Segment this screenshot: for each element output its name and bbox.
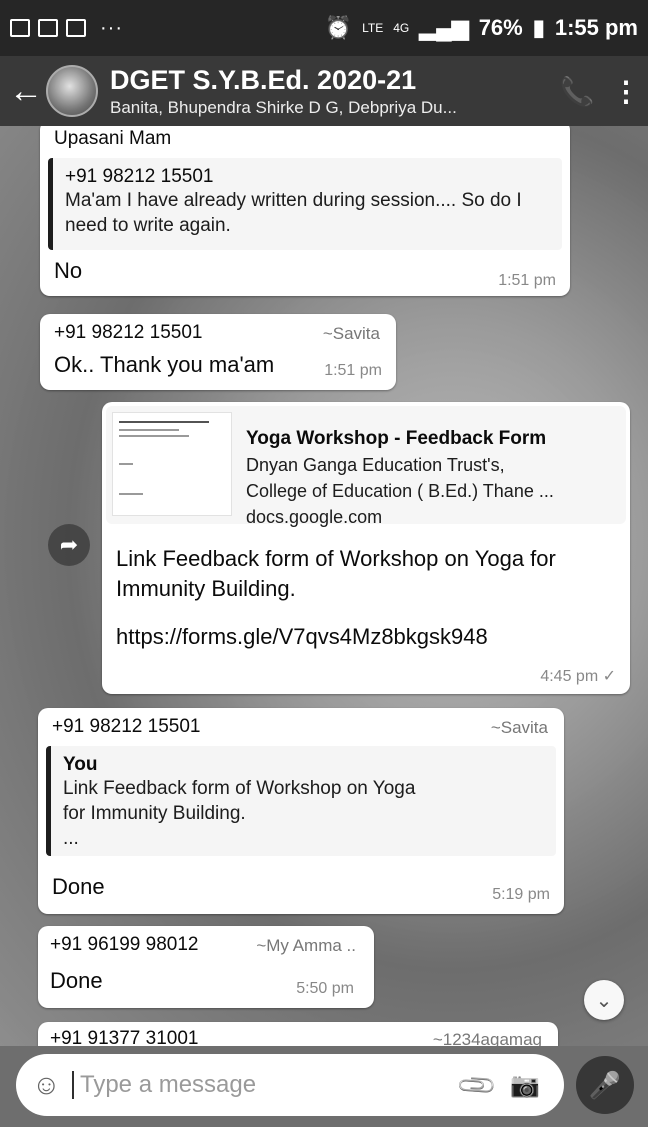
quote-text: Link Feedback form of Workshop on Yoga f…	[63, 778, 416, 824]
message-bubble[interactable]: +91 91377 31001 ~1234agamag	[38, 1022, 558, 1046]
message-bubble[interactable]: +91 98212 15501 ~Savita You Link Feedbac…	[38, 708, 564, 914]
scroll-to-bottom-icon[interactable]: ⌄	[584, 980, 624, 1020]
message-time: 4:45 pm ✓	[540, 668, 616, 685]
quote-text: Ma'am I have already written during sess…	[65, 190, 522, 236]
message-text: No	[54, 258, 83, 283]
message-bubble[interactable]: Upasani Mam +91 98212 15501 Ma'am I have…	[40, 126, 570, 296]
sender-phone: +91 98212 15501	[54, 322, 203, 343]
battery-icon: ▮	[532, 15, 545, 40]
sender-phone: +91 96199 98012	[50, 934, 199, 955]
message-text: Link Feedback form of Workshop on Yoga f…	[116, 546, 556, 601]
camera-icon[interactable]: 📷	[502, 1071, 548, 1100]
message-text: Done	[52, 874, 105, 899]
message-time: 1:51 pm	[324, 362, 382, 379]
quote-author: You	[63, 754, 98, 775]
back-arrow-icon[interactable]: ←	[6, 72, 46, 111]
message-text: Done	[50, 968, 103, 993]
sender-name: Upasani Mam	[54, 128, 172, 149]
link-description-line2: College of Education ( B.Ed.) Thane ...	[246, 481, 554, 501]
link-preview-text: Yoga Workshop - Feedback Form Dnyan Gang…	[232, 412, 554, 527]
sender-phone: +91 91377 31001	[50, 1028, 199, 1046]
quoted-message[interactable]: +91 98212 15501 Ma'am I have already wri…	[48, 158, 562, 250]
link-domain: docs.google.com	[246, 507, 383, 527]
compose-field[interactable]: ☺ 📎 📷	[16, 1054, 564, 1116]
lte-indicator: LTE	[362, 21, 384, 35]
more-options-icon[interactable]: ⋮	[604, 75, 648, 108]
message-time: 5:19 pm	[492, 886, 550, 903]
link-preview[interactable]: Yoga Workshop - Feedback Form Dnyan Gang…	[106, 406, 626, 527]
message-bubble[interactable]: +91 98212 15501 ~Savita Ok.. Thank you m…	[40, 314, 396, 390]
system-status: ⏰ LTE 4G ▂▄▆ 76% ▮ 1:55 pm	[325, 15, 638, 41]
chat-area[interactable]: Upasani Mam +91 98212 15501 Ma'am I have…	[0, 126, 648, 1046]
sender-name: ~Savita	[490, 718, 548, 737]
link-title: Yoga Workshop - Feedback Form	[246, 428, 547, 449]
group-title: DGET S.Y.B.Ed. 2020-21	[110, 64, 417, 95]
attachment-icon[interactable]: 📎	[448, 1056, 505, 1113]
link-description-line1: Dnyan Ganga Education Trust's,	[246, 455, 505, 475]
battery-level: 76%	[478, 15, 523, 40]
gmail-notification-icon	[38, 19, 58, 37]
message-bubble[interactable]: +91 96199 98012 ~My Amma .. Done 5:50 pm	[38, 926, 374, 1008]
message-bubble-outgoing[interactable]: Yoga Workshop - Feedback Form Dnyan Gang…	[102, 402, 630, 694]
quote-author: +91 98212 15501	[65, 166, 214, 187]
chat-header: ← DGET S.Y.B.Ed. 2020-21 Banita, Bhupend…	[0, 56, 648, 126]
alarm-icon: ⏰	[324, 15, 353, 40]
quote-more: ...	[63, 828, 79, 849]
link-thumbnail	[112, 412, 232, 516]
more-notifications-icon: ···	[100, 16, 123, 39]
group-members: Banita, Bhupendra Shirke D G, Debpriya D…	[110, 97, 457, 117]
status-bar: ··· ⏰ LTE 4G ▂▄▆ 76% ▮ 1:55 pm	[0, 0, 648, 56]
gallery-notification-icon	[10, 19, 30, 37]
network-4g-indicator: 4G	[393, 21, 410, 35]
forward-icon[interactable]: ➦	[48, 524, 90, 566]
compose-bar: ☺ 📎 📷 🎤	[0, 1046, 648, 1127]
group-info[interactable]: DGET S.Y.B.Ed. 2020-21 Banita, Bhupendra…	[110, 65, 550, 118]
message-text: Ok.. Thank you ma'am	[54, 352, 275, 377]
sender-name: ~1234agamag	[432, 1030, 542, 1046]
app-notification-icon	[66, 19, 86, 37]
message-input[interactable]	[72, 1071, 452, 1099]
clock: 1:55 pm	[554, 15, 638, 40]
sender-name: ~My Amma ..	[256, 936, 356, 955]
add-call-icon[interactable]: 📞	[550, 75, 604, 108]
message-time: 5:50 pm	[296, 980, 354, 997]
notification-icons: ···	[10, 17, 123, 40]
sender-phone: +91 98212 15501	[52, 716, 201, 737]
emoji-icon[interactable]: ☺	[32, 1069, 72, 1101]
sender-name: ~Savita	[322, 324, 380, 343]
signal-icon: ▂▄▆	[419, 15, 469, 40]
microphone-icon[interactable]: 🎤	[576, 1056, 634, 1114]
quoted-message[interactable]: You Link Feedback form of Workshop on Yo…	[46, 746, 556, 856]
group-avatar[interactable]	[46, 65, 98, 117]
message-link[interactable]: https://forms.gle/V7qvs4Mz8bkgsk948	[116, 622, 488, 652]
message-time: 1:51 pm	[498, 272, 556, 289]
